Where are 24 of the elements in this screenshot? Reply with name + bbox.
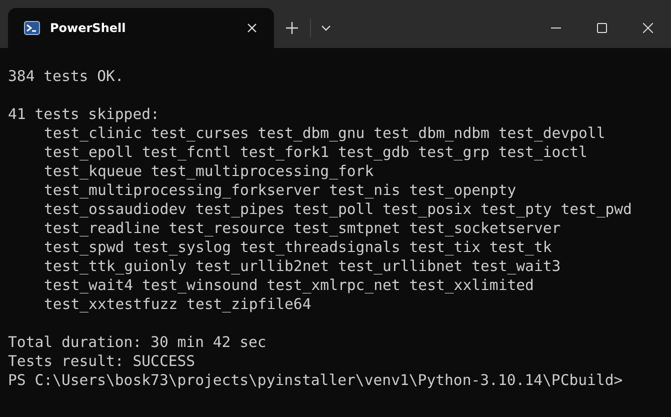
chevron-down-icon [321,25,331,31]
terminal-output-line: test_epoll test_fcntl test_fork1 test_gdb test_grp test_ioctl [44,144,588,161]
terminal-output-line: Tests result: SUCCESS [8,353,196,370]
plus-icon [286,22,298,34]
minimize-icon [551,27,561,29]
terminal-output-line: test_kqueue test_multiprocessing_fork [44,163,374,180]
close-icon [643,23,653,33]
terminal-output-line: Total duration: 30 min 42 sec [8,334,266,351]
close-icon [247,23,257,33]
terminal-output-line: test_multiprocessing_forkserver test_nis test_openpty [44,182,516,199]
terminal-prompt-icon [24,21,40,35]
terminal-output-line: 41 tests skipped: [8,106,160,123]
terminal-output-line: test_wait4 test_winsound test_xmlrpc_net test_xxlimited [44,277,534,294]
terminal-tab[interactable]: PowerShell [8,8,274,48]
terminal-output-line: test_xxtestfuzz test_zipfile64 [44,296,312,313]
maximize-icon [597,23,607,33]
terminal-output-line: PS C:\Users\bosk73\projects\pyinstaller\venv1\Python-3.10.14\PCbuild> [8,372,623,389]
terminal-output-line: test_ttk_guionly test_urllib2net test_urllibnet test_wait3 [44,258,561,275]
terminal-output-line: test_readline test_resource test_smtpnet test_socketserver [44,220,561,237]
terminal-output-line: test_spwd test_syslog test_threadsignals test_tix test_tk [44,239,552,256]
tab-title: PowerShell [50,21,127,35]
terminal-output-line: test_ossaudiodev test_pipes test_poll test_posix test_pty test_pwd [44,201,632,218]
terminal-output-line: test_clinic test_curses test_dbm_gnu test_dbm_ndbm test_devpoll [44,125,606,142]
terminal-output-line: 384 tests OK. [8,68,124,85]
